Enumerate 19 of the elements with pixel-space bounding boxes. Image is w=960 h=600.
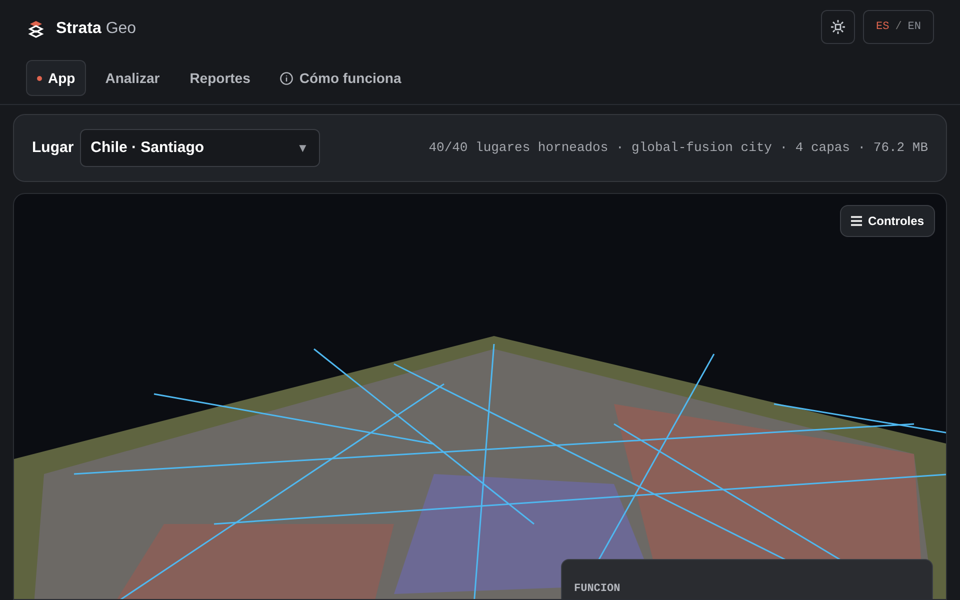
language-option[interactable]: EN	[908, 18, 921, 36]
menu-icon	[850, 216, 862, 226]
place-select[interactable]: Chile · Santiago ▼	[80, 129, 320, 167]
language-separator: /	[895, 20, 902, 35]
app-title: Strata Geo	[56, 19, 136, 39]
caret-icon: ▼	[296, 139, 309, 157]
place-label: Lugar	[32, 138, 74, 158]
nav-tab[interactable]: Analizar	[94, 60, 171, 96]
language-option[interactable]: ES	[876, 18, 890, 36]
info-icon	[280, 72, 294, 84]
stats-text: 40/40 lugares horneados · global-fusion city · 4 capas · 76.2 MB	[428, 139, 928, 158]
sun-icon	[830, 20, 845, 34]
theme-toggle-button[interactable]	[820, 10, 855, 44]
nav-tab[interactable]: Cómo funciona	[269, 60, 412, 96]
nav-tab[interactable]: App	[26, 60, 86, 96]
legend-title: FUNCION	[574, 583, 620, 595]
controls-button[interactable]: Controles	[840, 205, 935, 237]
stacked-layers-logo-icon	[26, 19, 46, 39]
nav-tab[interactable]: Reportes	[178, 60, 262, 96]
